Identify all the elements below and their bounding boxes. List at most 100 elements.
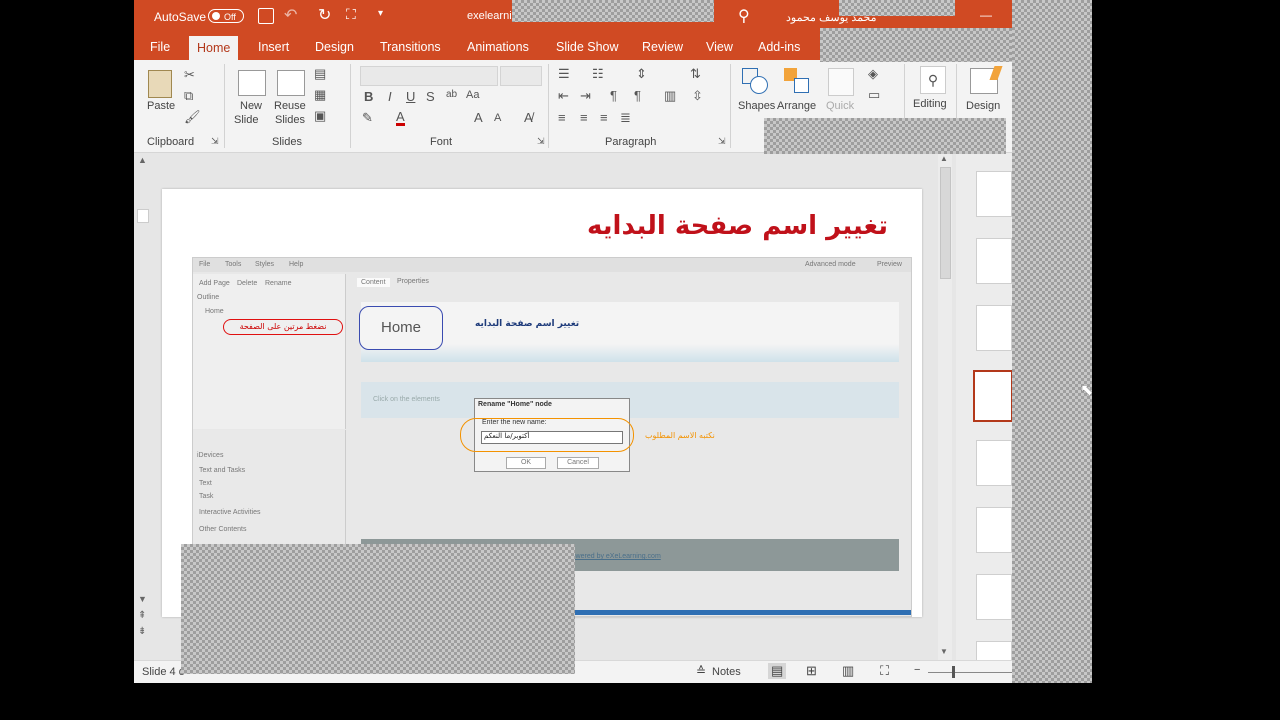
- tab-review[interactable]: Review: [640, 34, 685, 60]
- paragraph-launcher-icon[interactable]: ⇲: [718, 136, 726, 147]
- rtl-icon[interactable]: ¶: [610, 88, 617, 103]
- increase-font-icon[interactable]: A: [474, 110, 483, 125]
- slide-thumbnail-1[interactable]: [976, 171, 1012, 217]
- text-direction-icon[interactable]: ⇅: [690, 66, 701, 82]
- editing-icon[interactable]: ⚲: [920, 66, 946, 94]
- editing-button[interactable]: Editing: [913, 98, 947, 110]
- reuse-slides-label[interactable]: Reuse: [274, 100, 306, 112]
- collapse-ribbon-icon[interactable]: ▲: [138, 155, 147, 165]
- change-case-icon[interactable]: Aa: [466, 89, 479, 101]
- tab-animations[interactable]: Animations: [465, 34, 531, 60]
- notes-icon[interactable]: ≙: [696, 664, 706, 678]
- tab-slide-show[interactable]: Slide Show: [554, 34, 621, 60]
- tab-insert[interactable]: Insert: [256, 34, 291, 60]
- new-slide-label-2[interactable]: Slide: [234, 114, 258, 126]
- underline-button[interactable]: U: [406, 89, 415, 104]
- quick-styles-button[interactable]: Quick: [826, 100, 854, 112]
- tab-file[interactable]: File: [148, 34, 172, 60]
- tab-design[interactable]: Design: [313, 34, 356, 60]
- autosave-toggle[interactable]: Off: [208, 9, 244, 23]
- layout-icon[interactable]: ▤: [314, 66, 326, 82]
- ltr-icon[interactable]: ¶: [634, 88, 641, 103]
- section-icon[interactable]: ▣: [314, 108, 326, 124]
- customize-qat-icon[interactable]: ▾: [378, 8, 383, 19]
- clipboard-launcher-icon[interactable]: ⇲: [211, 136, 219, 147]
- scroll-up-arrow-icon[interactable]: ▲: [940, 154, 948, 163]
- save-icon[interactable]: [258, 8, 274, 24]
- slide-thumbnail-3[interactable]: [976, 305, 1012, 351]
- search-icon[interactable]: ⚲: [738, 6, 750, 26]
- cut-icon[interactable]: ✂: [184, 67, 195, 83]
- tab-transitions[interactable]: Transitions: [378, 34, 443, 60]
- scrollbar-thumb[interactable]: [940, 167, 951, 279]
- font-size-dropdown[interactable]: [500, 66, 542, 86]
- shapes-icon[interactable]: [742, 68, 768, 94]
- italic-button[interactable]: I: [388, 89, 392, 104]
- increase-indent-icon[interactable]: ⇥: [580, 88, 591, 104]
- shape-outline-icon[interactable]: ▭: [868, 87, 880, 103]
- highlight-icon[interactable]: ✎: [362, 110, 373, 126]
- strikethrough-button[interactable]: S: [426, 89, 435, 104]
- next-slide-icon[interactable]: ⇟: [138, 626, 146, 637]
- align-left-icon[interactable]: ≡: [558, 110, 566, 125]
- align-center-icon[interactable]: ≡: [580, 110, 588, 125]
- normal-view-icon[interactable]: ▤: [768, 663, 787, 679]
- prev-slide-icon[interactable]: ⇞: [138, 610, 146, 621]
- arrange-icon[interactable]: [784, 68, 810, 94]
- bold-button[interactable]: B: [364, 89, 373, 104]
- slide-thumbnail-5[interactable]: [976, 440, 1012, 486]
- reuse-slides-label-2[interactable]: Slides: [275, 114, 305, 126]
- paste-button[interactable]: Paste: [147, 100, 175, 112]
- undo-icon[interactable]: ↶: [284, 5, 297, 25]
- reset-icon[interactable]: ▦: [314, 87, 326, 103]
- slide-thumbnail-6[interactable]: [976, 507, 1012, 553]
- zoom-slider-thumb[interactable]: [952, 666, 955, 678]
- slide-thumbnail-7[interactable]: [976, 574, 1012, 620]
- new-slide-icon[interactable]: [238, 70, 266, 96]
- char-spacing-icon[interactable]: ab: [446, 89, 457, 100]
- zoom-slider[interactable]: [928, 672, 1012, 673]
- slide-thumbnail-4[interactable]: [973, 370, 1012, 422]
- scroll-down-icon[interactable]: ▼: [138, 594, 147, 604]
- design-ideas-button[interactable]: Design: [966, 100, 1000, 112]
- shape-fill-icon[interactable]: ◈: [868, 66, 878, 82]
- line-spacing-icon[interactable]: ⇕: [636, 66, 647, 82]
- arrange-button[interactable]: Arrange: [777, 100, 816, 112]
- slideshow-icon[interactable]: ⛶: [880, 663, 889, 679]
- scroll-down-arrow-icon[interactable]: ▼: [940, 647, 948, 656]
- copy-icon[interactable]: ⧉: [184, 88, 193, 104]
- font-color-icon[interactable]: A: [396, 110, 405, 126]
- font-name-dropdown[interactable]: [360, 66, 498, 86]
- font-launcher-icon[interactable]: ⇲: [537, 136, 545, 147]
- decrease-font-icon[interactable]: A: [494, 112, 501, 124]
- left-scroll-box[interactable]: [137, 209, 149, 223]
- bullets-icon[interactable]: ☰: [558, 66, 570, 82]
- vertical-scrollbar[interactable]: ▲ ▼: [938, 153, 952, 660]
- format-painter-icon[interactable]: 🖌: [184, 109, 201, 125]
- paste-icon[interactable]: [148, 70, 172, 98]
- columns-icon[interactable]: ▥: [664, 88, 676, 104]
- tab-view[interactable]: View: [704, 34, 735, 60]
- numbering-icon[interactable]: ☷: [592, 66, 604, 82]
- new-slide-label[interactable]: New: [240, 100, 262, 112]
- notes-button[interactable]: Notes: [712, 666, 741, 678]
- slide-title[interactable]: تغيير اسم صفحة البدايه: [587, 211, 888, 241]
- align-right-icon[interactable]: ≡: [600, 110, 608, 125]
- decrease-indent-icon[interactable]: ⇤: [558, 88, 569, 104]
- slide-thumbnail-2[interactable]: [976, 238, 1012, 284]
- justify-icon[interactable]: ≣: [620, 110, 631, 126]
- tab-home[interactable]: Home: [189, 36, 239, 60]
- tab-add-ins[interactable]: Add-ins: [756, 34, 802, 60]
- reuse-slides-icon[interactable]: [277, 70, 305, 96]
- minimize-button[interactable]: —: [980, 8, 992, 22]
- quick-styles-icon[interactable]: [828, 68, 854, 96]
- shapes-button[interactable]: Shapes: [738, 100, 775, 112]
- zoom-out-button[interactable]: −: [914, 664, 920, 676]
- slide-sorter-icon[interactable]: ⊞: [806, 663, 817, 679]
- present-icon[interactable]: ⛶: [346, 6, 356, 23]
- align-text-icon[interactable]: ⇳: [692, 88, 703, 104]
- clear-format-icon[interactable]: A̸: [524, 110, 533, 125]
- reading-view-icon[interactable]: ▥: [842, 663, 854, 679]
- redo-icon[interactable]: ↻: [318, 5, 331, 25]
- design-ideas-icon[interactable]: [970, 66, 1003, 94]
